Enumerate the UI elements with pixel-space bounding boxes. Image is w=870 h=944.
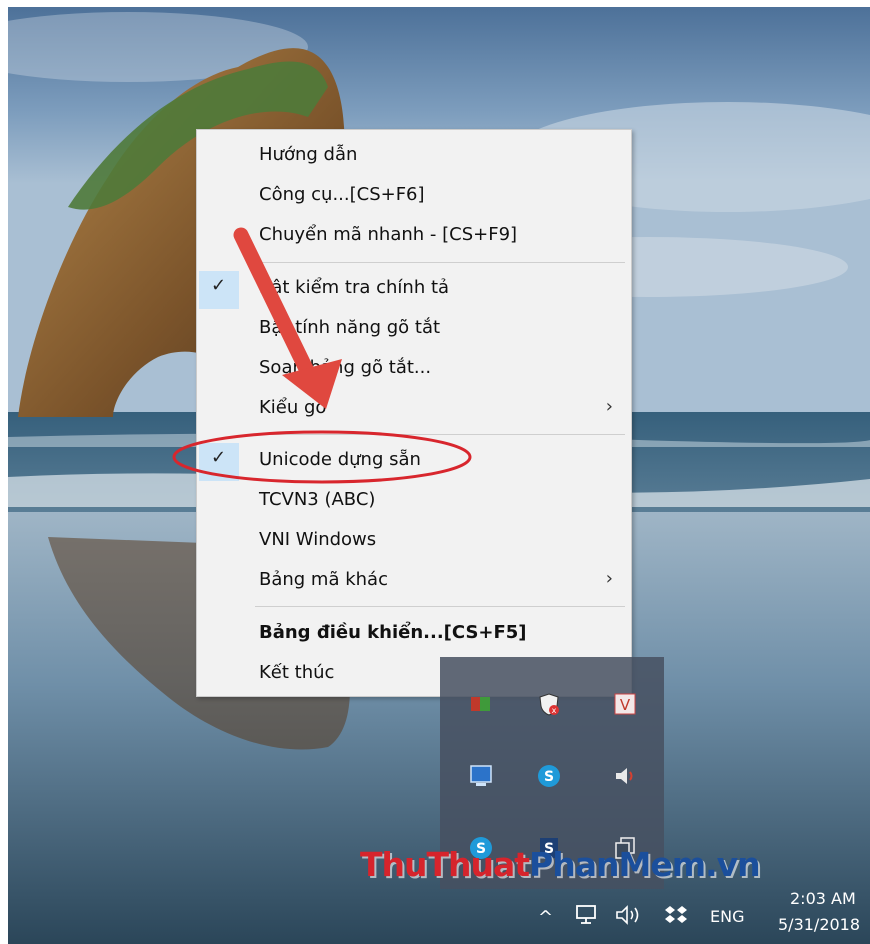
menu-item-label: Kết thúc [259, 662, 335, 683]
menu-item-label: Bật tính năng gõ tắt [259, 317, 441, 338]
vietkey-context-menu: Hướng dẫn Công cụ...[CS+F6] Chuyển mã nh… [196, 129, 632, 697]
menu-item-cong-cu[interactable]: Công cụ...[CS+F6] [197, 178, 631, 216]
menu-separator [255, 606, 625, 607]
desktop: Hướng dẫn Công cụ...[CS+F6] Chuyển mã nh… [8, 7, 870, 944]
network-monitor-icon[interactable] [466, 761, 496, 791]
menu-separator [255, 262, 625, 263]
menu-item-label: Kiểu gõ [259, 397, 327, 418]
svg-text:V: V [620, 696, 631, 714]
menu-item-label: Hướng dẫn [259, 144, 358, 165]
submenu-arrow-icon: › [605, 396, 613, 417]
shield-x-icon[interactable]: x [534, 689, 564, 719]
menu-item-label: Công cụ...[CS+F6] [259, 184, 425, 205]
input-language-indicator[interactable]: ENG [710, 907, 744, 926]
menu-item-label: Unicode dựng sẵn [259, 449, 421, 470]
menu-item-label: Chuyển mã nhanh - [CS+F9] [259, 224, 518, 245]
svg-text:S: S [544, 769, 554, 785]
menu-item-label: VNI Windows [259, 529, 377, 550]
menu-item-unicode-dung-san[interactable]: ✓ Unicode dựng sẵn [197, 443, 631, 481]
network-icon[interactable] [574, 903, 600, 931]
skype-icon[interactable]: S [534, 761, 564, 791]
check-cell: ✓ [199, 271, 239, 309]
menu-item-label: TCVN3 (ABC) [259, 489, 376, 510]
menu-item-bang-ma-khac[interactable]: Bảng mã khác › [197, 563, 631, 601]
menu-item-kieu-go[interactable]: Kiểu gõ › [197, 391, 631, 429]
v-icon[interactable]: V [610, 689, 640, 719]
menu-item-bat-kiem-tra-chinh-ta[interactable]: ✓ Bật kiểm tra chính tả [197, 271, 631, 309]
svg-text:x: x [552, 706, 557, 715]
watermark-vn: .vn [705, 845, 761, 884]
menu-item-bang-dieu-khien[interactable]: Bảng điều khiển...[CS+F5] [197, 616, 631, 654]
checkmark-icon: ✓ [211, 447, 227, 468]
menu-item-vni-windows[interactable]: VNI Windows [197, 523, 631, 561]
vietkey-icon[interactable] [466, 689, 496, 719]
watermark-thu: Thu [360, 845, 427, 884]
menu-item-label: Bật kiểm tra chính tả [259, 277, 450, 298]
taskbar-tray: ^ ENG 2:03 AM 5/31/2018 [8, 889, 870, 944]
menu-item-tcvn3-abc[interactable]: TCVN3 (ABC) [197, 483, 631, 521]
menu-item-soan-bang-go-tat[interactable]: Soạn bảng gõ tắt... [197, 351, 631, 389]
menu-item-bat-tinh-nang-go-tat[interactable]: Bật tính năng gõ tắt [197, 311, 631, 349]
show-hidden-icons-chevron-icon[interactable]: ^ [538, 907, 553, 928]
menu-item-label: Soạn bảng gõ tắt... [259, 357, 432, 378]
menu-item-label: Bảng mã khác [259, 569, 388, 590]
watermark-phanmem: PhanMem [529, 845, 706, 884]
watermark-thuat: Thuat [426, 845, 531, 884]
menu-item-label: Bảng điều khiển...[CS+F5] [259, 622, 527, 643]
menu-separator [255, 434, 625, 435]
menu-item-chuyen-ma-nhanh[interactable]: Chuyển mã nhanh - [CS+F9] [197, 218, 631, 256]
dropbox-icon[interactable] [664, 903, 688, 931]
submenu-arrow-icon: › [605, 568, 613, 589]
speaker-icon[interactable] [610, 761, 640, 791]
watermark-logo: ThuThuatPhanMem.vn [360, 845, 761, 884]
volume-icon[interactable] [614, 903, 644, 931]
check-cell: ✓ [199, 443, 239, 481]
clock-time[interactable]: 2:03 AM [790, 889, 856, 908]
checkmark-icon: ✓ [211, 275, 227, 296]
menu-item-huong-dan[interactable]: Hướng dẫn [197, 138, 631, 176]
clock-date[interactable]: 5/31/2018 [778, 915, 860, 934]
